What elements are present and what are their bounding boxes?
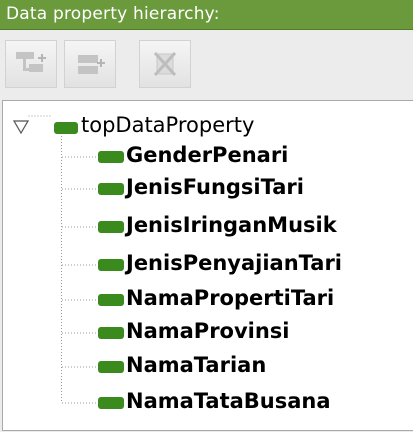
add-sibling-property-button[interactable]	[64, 40, 116, 88]
add-sibling-property-icon	[72, 49, 108, 79]
tree-item-label: NamaProvinsi	[126, 319, 290, 343]
tree-item[interactable]: NamaProvinsi	[3, 318, 408, 348]
tree-root-label: topDataProperty	[81, 113, 255, 137]
tree-item[interactable]: GenderPenari	[3, 142, 408, 172]
delete-property-button[interactable]	[139, 40, 191, 88]
data-property-icon	[98, 183, 124, 195]
tree-item-label: NamaTataBusana	[126, 389, 331, 413]
data-property-icon	[98, 327, 124, 339]
data-property-icon	[98, 221, 124, 233]
data-property-icon	[98, 294, 124, 306]
data-property-icon	[98, 361, 124, 373]
panel-title-bar: Data property hierarchy:	[0, 0, 413, 30]
tree-item[interactable]: JenisPenyajianTari	[3, 250, 408, 280]
tree-item-label: JenisIringanMusik	[126, 213, 337, 237]
data-property-icon	[98, 397, 124, 409]
add-subproperty-button[interactable]	[5, 40, 57, 88]
delete-property-icon	[147, 49, 183, 79]
tree-item-label: GenderPenari	[126, 143, 289, 167]
tree-item-label: JenisFungsiTari	[126, 175, 304, 199]
tree-item[interactable]: NamaTarian	[3, 352, 408, 382]
tree-item-label: NamaPropertiTari	[126, 286, 335, 310]
tree-item[interactable]: JenisFungsiTari	[3, 174, 408, 204]
add-subproperty-icon	[13, 49, 49, 79]
tree-item-label: NamaTarian	[126, 353, 267, 377]
panel-title: Data property hierarchy:	[6, 4, 220, 24]
tree-item[interactable]: JenisIringanMusik	[3, 212, 408, 242]
data-property-tree[interactable]: topDataProperty GenderPenari JenisFungsi…	[2, 100, 413, 431]
tree-item[interactable]: NamaPropertiTari	[3, 285, 408, 315]
data-property-icon	[54, 122, 78, 134]
tree-item-label: JenisPenyajianTari	[126, 251, 343, 275]
data-property-icon	[98, 259, 124, 271]
tree-root-row[interactable]: topDataProperty	[3, 111, 403, 141]
data-property-icon	[98, 151, 124, 163]
toolbar	[0, 30, 413, 100]
expand-triangle-icon[interactable]	[12, 119, 30, 135]
tree-item[interactable]: NamaTataBusana	[3, 388, 408, 418]
